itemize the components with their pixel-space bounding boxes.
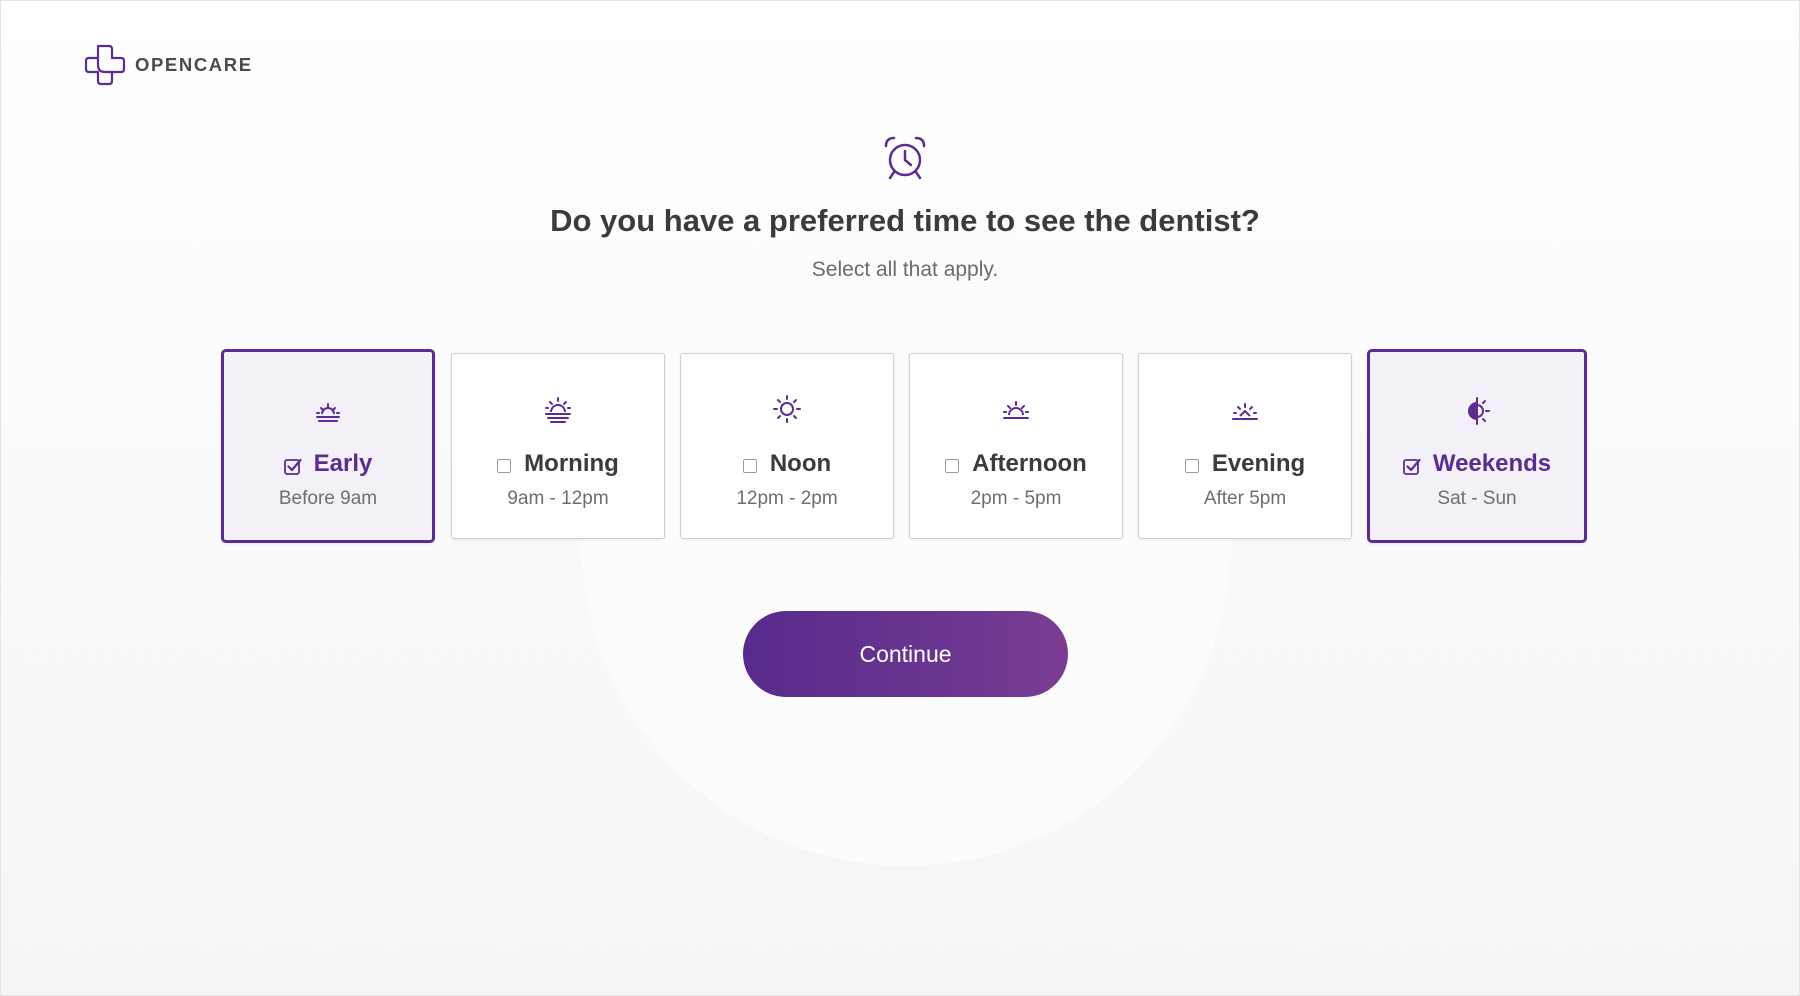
option-evening-label-row: Evening xyxy=(1139,450,1351,478)
setting-sun-icon xyxy=(1003,401,1029,419)
alarm-clock-icon xyxy=(884,136,926,180)
option-noon[interactable]: Noon 12pm - 2pm xyxy=(680,353,894,539)
checkbox-checked-icon[interactable] xyxy=(283,457,302,475)
option-afternoon-label-row: Afternoon xyxy=(910,450,1122,478)
sunrise-icon xyxy=(316,403,340,422)
option-noon-label-row: Noon xyxy=(681,450,893,478)
option-morning[interactable]: Morning 9am - 12pm xyxy=(451,353,665,539)
rising-sun-icon xyxy=(545,397,571,423)
option-morning-label-row: Morning xyxy=(452,450,664,478)
option-evening[interactable]: Evening After 5pm xyxy=(1138,353,1352,539)
option-early-label-row: Early xyxy=(224,450,432,478)
option-afternoon-label: Afternoon xyxy=(972,450,1087,477)
option-weekends-label-row: Weekends xyxy=(1370,450,1584,478)
option-noon-label: Noon xyxy=(769,450,832,477)
sun-icon xyxy=(773,395,801,423)
option-noon-sublabel: 12pm - 2pm xyxy=(736,488,838,509)
page-subtitle: Select all that apply. xyxy=(811,258,999,281)
page-title: Do you have a preferred time to see the … xyxy=(550,203,1260,238)
checkbox-unchecked[interactable] xyxy=(742,459,757,473)
option-morning-sublabel: 9am - 12pm xyxy=(507,488,609,509)
checkbox-unchecked[interactable] xyxy=(945,459,960,473)
checkbox-unchecked[interactable] xyxy=(1184,459,1199,473)
option-evening-sublabel: After 5pm xyxy=(1203,488,1287,509)
option-weekends-label: Weekends xyxy=(1432,450,1552,477)
option-early-label: Early xyxy=(313,450,373,477)
option-early-sublabel: Before 9am xyxy=(278,488,378,509)
brand-name: OPENCARE xyxy=(135,54,253,75)
option-afternoon[interactable]: Afternoon 2pm - 5pm xyxy=(909,353,1123,539)
checkbox-checked-icon[interactable] xyxy=(1402,457,1421,475)
option-afternoon-sublabel: 2pm - 5pm xyxy=(970,488,1062,509)
half-sun-icon xyxy=(1468,397,1490,425)
option-weekends[interactable]: Weekends Sat - Sun xyxy=(1367,349,1587,543)
continue-button[interactable]: Continue xyxy=(743,611,1068,697)
checkbox-unchecked[interactable] xyxy=(497,459,512,473)
cross-logo-icon xyxy=(84,44,126,86)
option-weekends-sublabel: Sat - Sun xyxy=(1437,488,1517,509)
option-evening-label: Evening xyxy=(1211,450,1306,477)
sunset-icon xyxy=(1232,403,1258,420)
option-morning-label: Morning xyxy=(524,450,619,477)
time-options: Early Before 9am Morning 9am - 12pm Noon… xyxy=(221,349,1588,543)
opencare-logo[interactable]: OPENCARE xyxy=(83,43,253,87)
option-early[interactable]: Early Before 9am xyxy=(221,349,435,543)
